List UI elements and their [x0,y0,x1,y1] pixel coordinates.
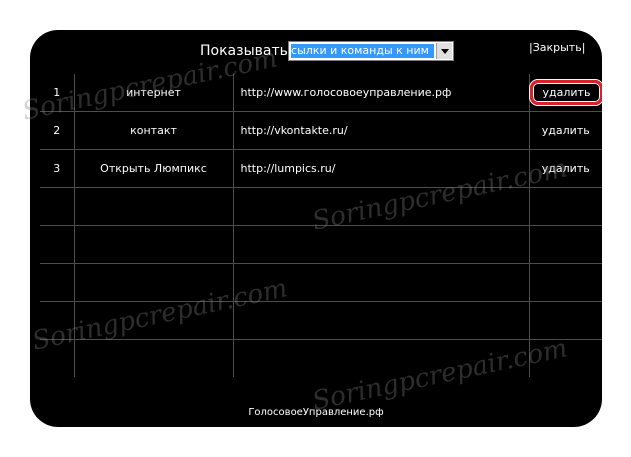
delete-button[interactable]: удалить [529,79,602,105]
delete-button[interactable]: удалить [534,160,598,177]
delete-cell [529,225,602,264]
command-name [74,339,234,377]
command-url [233,301,530,340]
delete-cell: удалить [529,111,602,150]
delete-cell [529,187,602,226]
command-url [233,339,530,377]
row-number: 1 [40,74,75,112]
filter-select[interactable]: ссылки и команды к ним [288,41,454,61]
table-row [40,339,602,377]
command-name: Открыть Люмпикс [74,149,234,188]
table-row: 2 контакт http://vkontakte.ru/ удалить [40,111,602,150]
commands-table: 1 интернет http://www.голосовоеуправлени… [40,74,602,377]
close-link[interactable]: |Закрыть| [529,41,585,54]
table-row [40,301,602,340]
row-number: 2 [40,111,75,150]
table-row [40,263,602,302]
table-row: 3 Открыть Люмпикс http://lumpics.ru/ уда… [40,149,602,188]
command-name [74,301,234,340]
command-url: http://www.голосовоеуправление.рф [233,74,530,112]
command-url [233,225,530,264]
row-number: 3 [40,149,75,188]
delete-cell [529,301,602,340]
command-url: http://vkontakte.ru/ [233,111,530,150]
row-number [40,301,75,340]
row-number [40,339,75,377]
delete-cell: удалить [529,149,602,188]
table-row: 1 интернет http://www.голосовоеуправлени… [40,74,602,112]
table-row [40,225,602,264]
command-url: http://lumpics.ru/ [233,149,530,188]
command-name [74,187,234,226]
header: Показывать ссылки и команды к ним |Закры… [30,30,602,74]
table-row [40,187,602,226]
voice-control-panel: Показывать ссылки и команды к ним |Закры… [30,30,602,427]
command-url [233,263,530,302]
delete-button[interactable]: удалить [534,122,598,139]
chevron-down-icon [440,48,449,54]
command-name: интернет [74,74,234,112]
row-number [40,225,75,264]
filter-selected-value: ссылки и команды к ним [291,44,434,58]
delete-cell [529,263,602,302]
dropdown-button[interactable] [436,43,452,59]
command-url [233,187,530,226]
row-number [40,187,75,226]
delete-cell: удалить [529,74,602,112]
row-number [40,263,75,302]
command-name [74,263,234,302]
footer-site: ГолосовоеУправление.рф [248,407,384,418]
delete-cell [529,339,602,377]
command-name [74,225,234,264]
show-label: Показывать [200,43,288,59]
command-name: контакт [74,111,234,150]
